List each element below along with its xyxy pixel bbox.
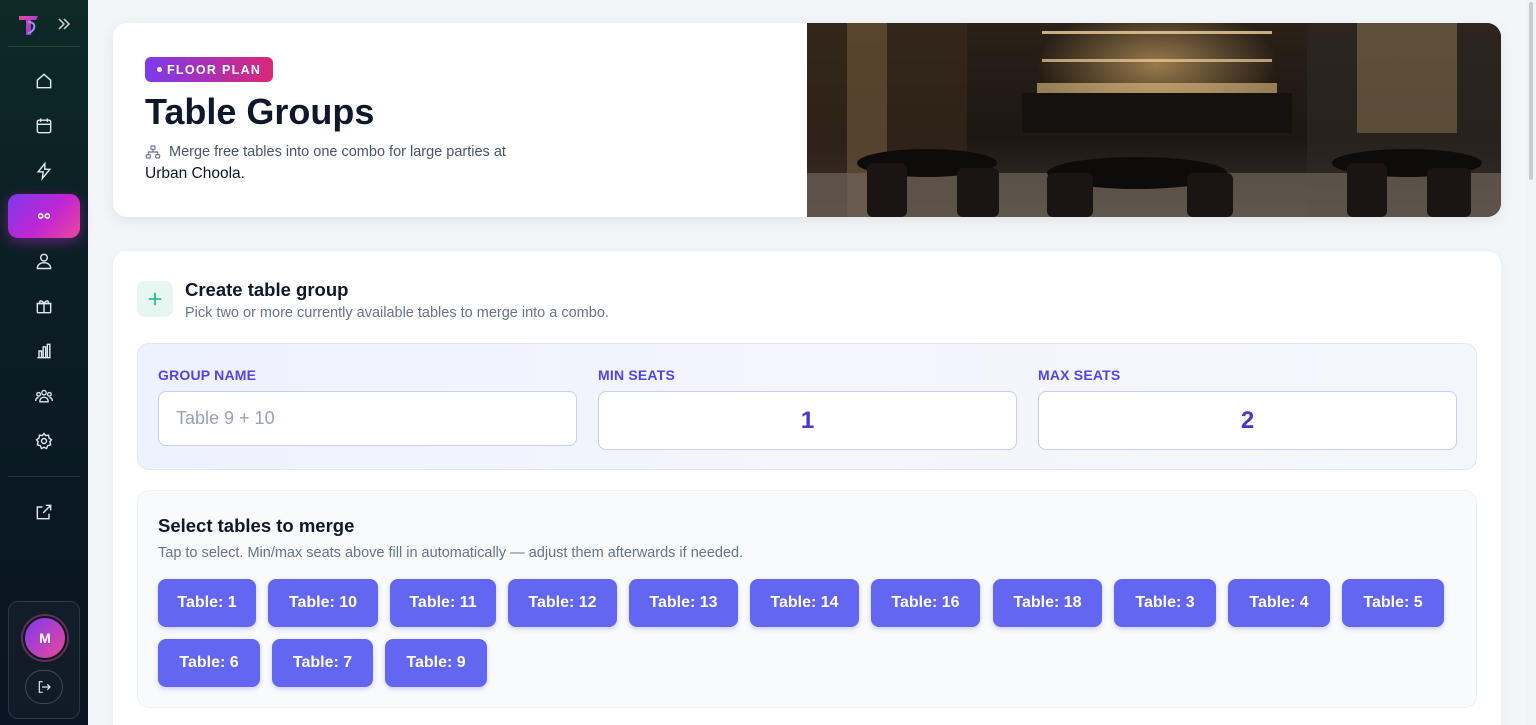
subtitle-text: Merge free tables into one combo for lar… [169,144,506,160]
venue-name: Urban Choola [145,165,241,182]
network-icon [145,145,161,159]
expand-sidebar-icon[interactable] [54,14,74,34]
nav-table-groups[interactable] [8,194,80,238]
table-chip[interactable]: Table: 18 [993,579,1102,627]
table-chip[interactable]: Table: 7 [272,639,373,687]
min-seats-label: MIN SEATS [598,367,675,383]
select-tables-title: Select tables to merge [158,515,355,536]
external-link-icon [36,504,52,520]
logout-button[interactable] [25,670,63,704]
nav-open-external[interactable] [8,490,80,534]
page-subtitle: Merge free tables into one combo for lar… [145,144,506,160]
table-chip[interactable]: Table: 3 [1114,579,1216,627]
badge-label: FLOOR PLAN [167,62,262,77]
table-chip[interactable]: Table: 13 [629,579,738,627]
scrollbar-thumb[interactable] [1529,2,1533,180]
plus-icon [137,281,173,317]
home-icon [36,73,52,89]
table-chip[interactable]: Table: 6 [158,639,260,687]
table-chip[interactable]: Table: 1 [158,579,256,627]
nav-activity[interactable] [8,149,80,193]
sidebar: M [0,0,88,725]
table-chip[interactable]: Table: 12 [508,579,617,627]
floor-plan-badge: FLOOR PLAN [145,57,274,82]
sidebar-divider [8,46,80,47]
select-tables-subtitle: Tap to select. Min/max seats above fill … [158,545,744,561]
table-chip[interactable]: Table: 9 [385,639,487,687]
gift-icon [36,300,52,314]
create-subtitle: Pick two or more currently available tab… [185,305,609,321]
nav-reports[interactable] [8,329,80,373]
nav-offers[interactable] [8,284,80,328]
user-panel: M [8,601,80,719]
team-icon [35,389,53,403]
table-chip[interactable]: Table: 11 [390,579,496,627]
max-seats-input[interactable]: 2 [1038,391,1457,450]
page-scrollbar[interactable] [1526,0,1536,725]
group-name-input[interactable] [158,391,577,446]
max-seats-label: MAX SEATS [1038,367,1121,383]
table-chip[interactable]: Table: 14 [750,579,859,627]
nav-home[interactable] [8,59,80,103]
user-icon [36,253,52,270]
settings-icon [35,432,53,450]
create-group-card: Create table group Pick two or more curr… [113,251,1501,725]
table-chip[interactable]: Table: 16 [871,579,980,627]
select-tables-panel: Select tables to merge Tap to select. Mi… [137,490,1477,708]
group-form: GROUP NAME MIN SEATS 1 MAX SEATS 2 [137,343,1477,470]
table-chip[interactable]: Table: 4 [1228,579,1330,627]
group-name-label: GROUP NAME [158,367,257,383]
hero-card: FLOOR PLAN Table Groups Merge free table… [113,23,1501,217]
nav-reservations[interactable] [8,104,80,148]
table-groups-icon [37,213,51,219]
nav-guests[interactable] [8,239,80,283]
min-seats-input[interactable]: 1 [598,391,1017,450]
calendar-icon [36,118,52,134]
nav-team[interactable] [8,374,80,418]
venue-line: Urban Choola. [145,165,245,183]
venue-suffix: . [240,165,245,182]
bar-chart-icon [37,343,51,359]
avatar[interactable]: M [23,616,67,660]
page-title: Table Groups [145,91,375,132]
table-chip[interactable]: Table: 5 [1342,579,1444,627]
nav-settings[interactable] [8,419,80,463]
logout-icon [38,681,51,693]
table-chip[interactable]: Table: 10 [268,579,378,627]
lightning-icon [36,161,52,181]
restaurant-photo [807,23,1501,217]
app-logo[interactable] [16,12,42,38]
sidebar-divider [8,476,80,477]
create-title: Create table group [185,279,349,300]
